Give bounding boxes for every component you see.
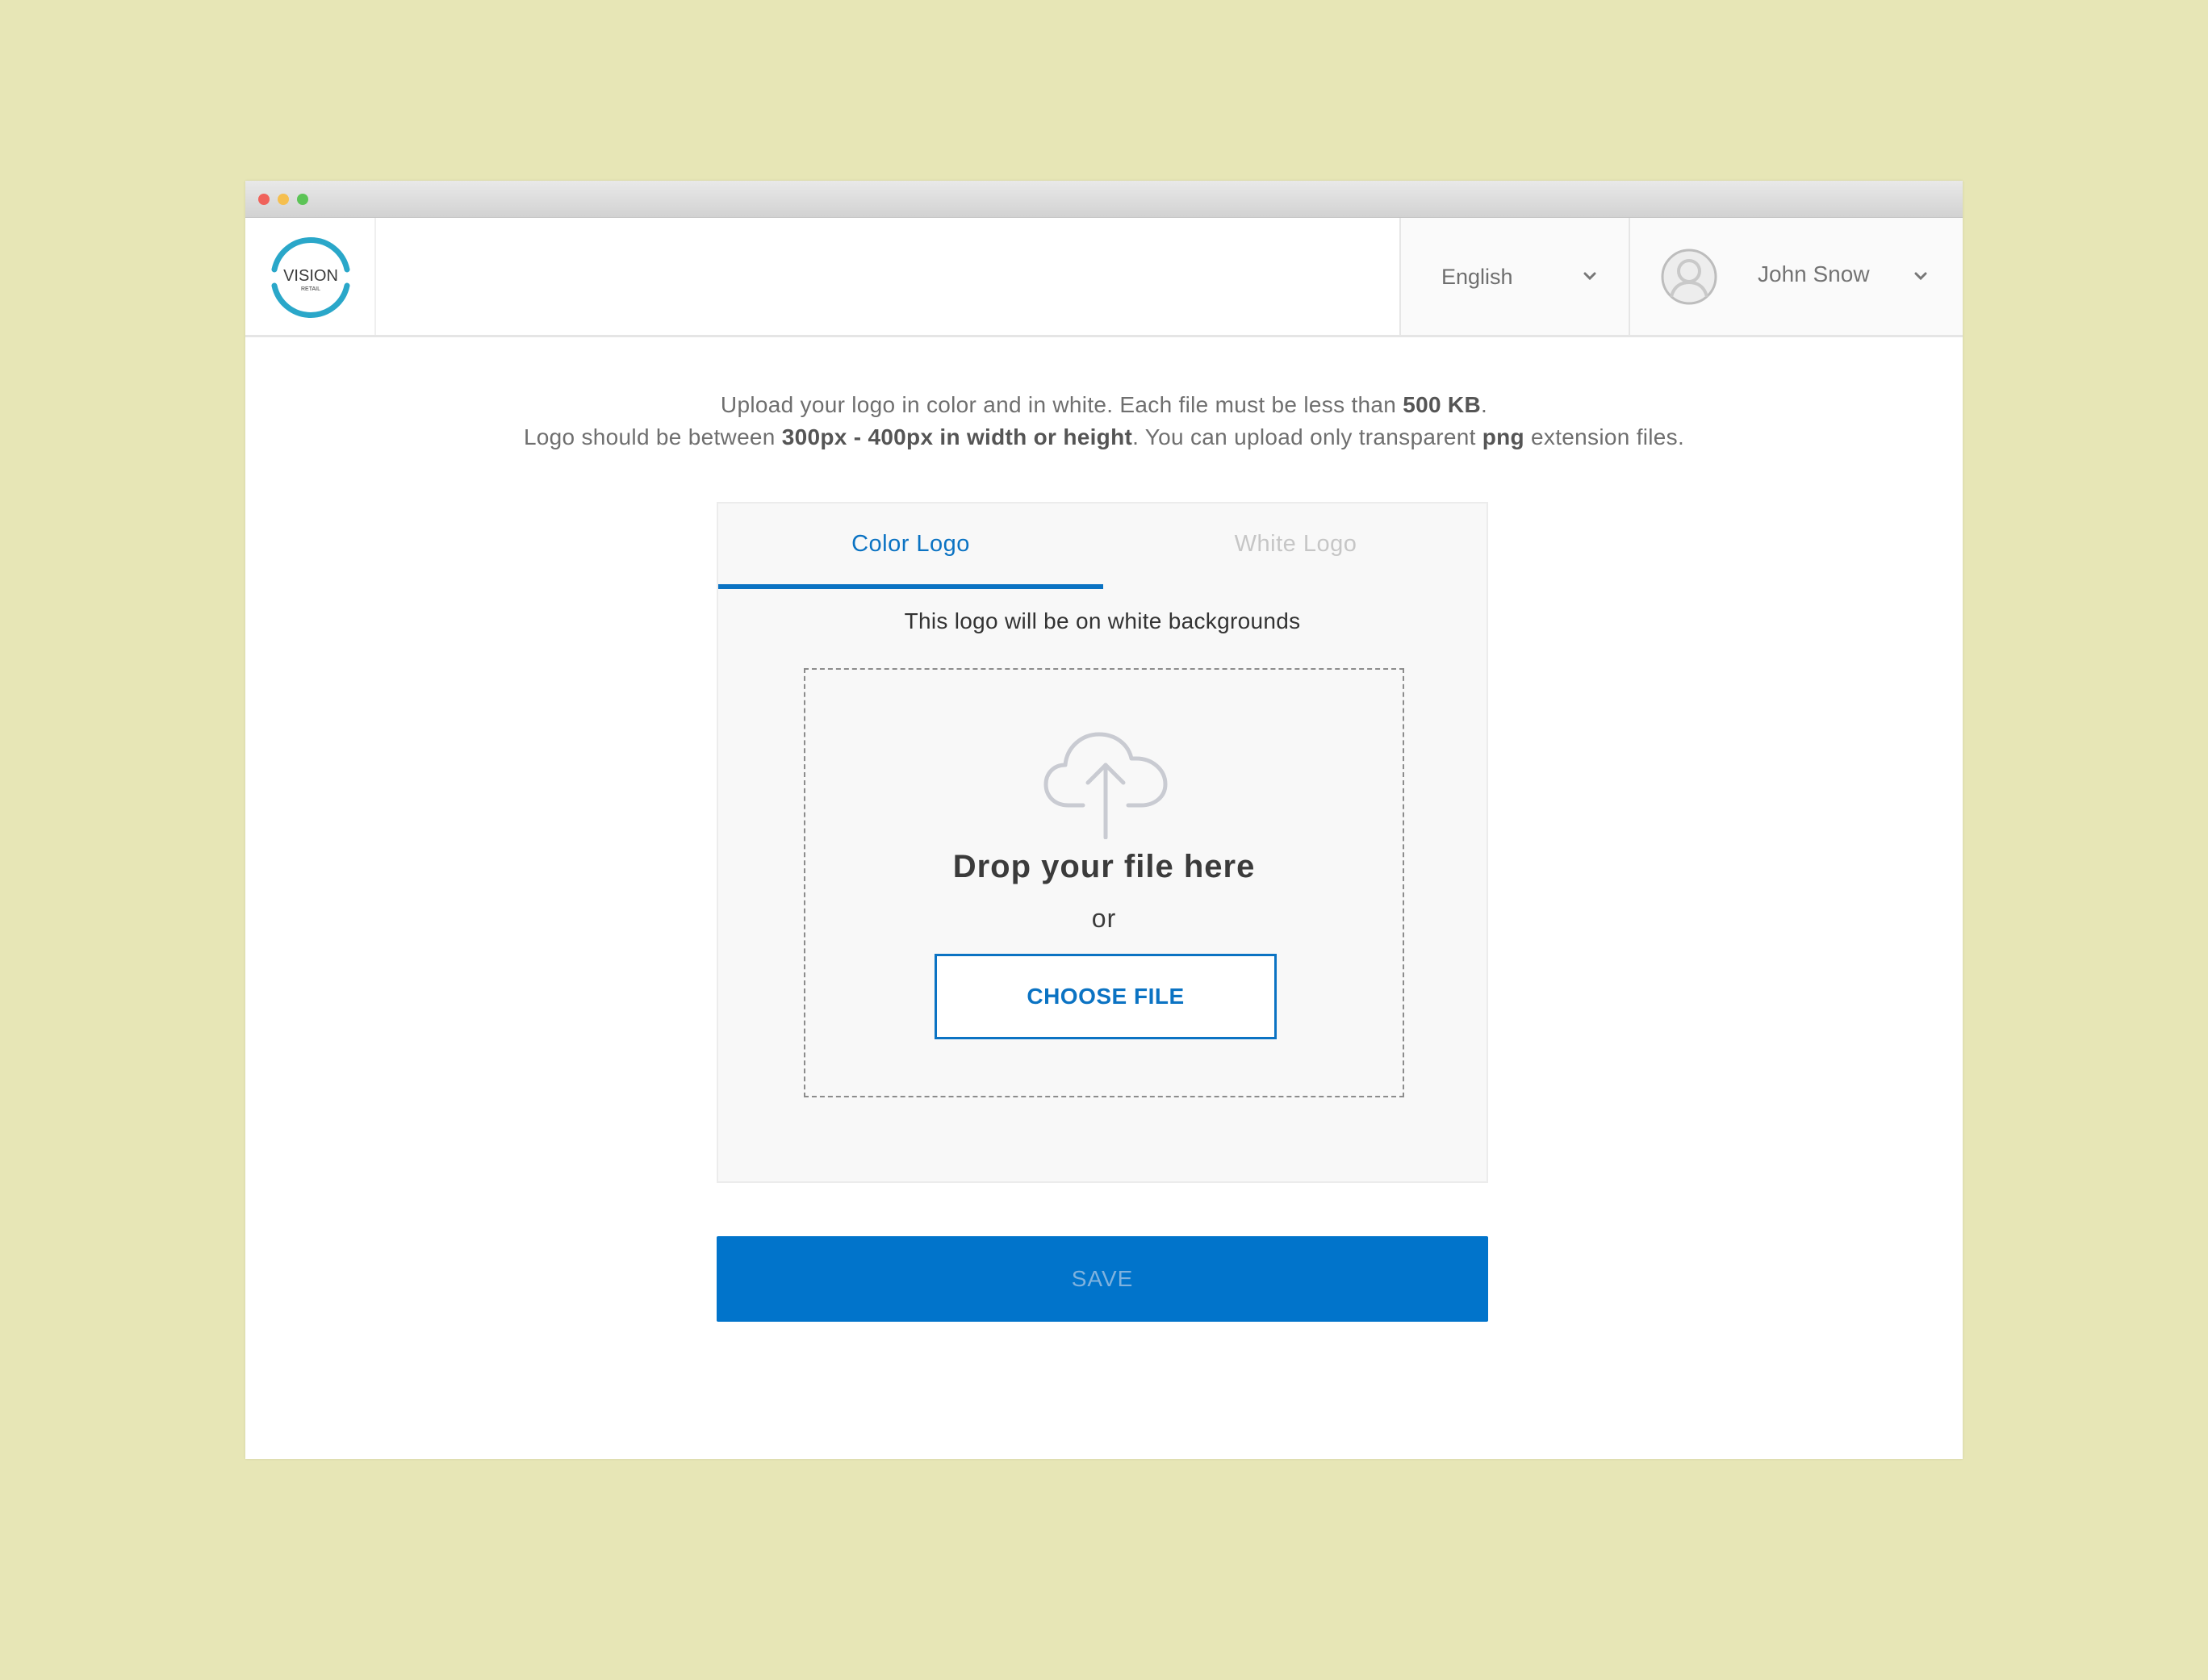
minimize-window-button[interactable] bbox=[278, 194, 289, 205]
save-button[interactable]: SAVE bbox=[717, 1236, 1488, 1322]
logo-text: VISION bbox=[283, 267, 338, 285]
choose-file-button[interactable]: CHOOSE FILE bbox=[935, 954, 1277, 1039]
instructions-line-1: Upload your logo in color and in white. … bbox=[720, 392, 1488, 417]
tab-color-logo[interactable]: Color Logo bbox=[718, 504, 1103, 589]
tab-white-logo[interactable]: White Logo bbox=[1103, 504, 1488, 589]
logo-background-note: This logo will be on white backgrounds bbox=[904, 608, 1301, 633]
file-dropzone[interactable]: Drop your file here or CHOOSE FILE bbox=[804, 668, 1404, 1097]
user-menu[interactable]: John Snow bbox=[1629, 218, 1963, 335]
close-window-button[interactable] bbox=[258, 194, 270, 205]
instructions-line-2: Logo should be between 300px - 400px in … bbox=[523, 424, 1685, 449]
browser-window: VISION RETAIL English John Snow Upload y… bbox=[245, 181, 1963, 1459]
vision-retail-logo[interactable]: VISION RETAIL bbox=[245, 218, 376, 335]
chevron-down-icon bbox=[1583, 272, 1596, 281]
user-avatar-icon bbox=[1661, 249, 1717, 305]
app-header: VISION RETAIL English John Snow bbox=[245, 218, 1963, 337]
zoom-window-button[interactable] bbox=[297, 194, 308, 205]
chevron-down-icon bbox=[1914, 272, 1927, 281]
language-selector[interactable]: English bbox=[1399, 218, 1629, 335]
cloud-upload-icon bbox=[1043, 732, 1168, 839]
upload-instructions: Upload your logo in color and in white. … bbox=[245, 389, 1963, 453]
language-label: English bbox=[1441, 265, 1513, 289]
page: VISION RETAIL English John Snow Upload y… bbox=[0, 0, 2208, 1680]
logo-upload-card: Color Logo White Logo This logo will be … bbox=[717, 502, 1488, 1183]
dropzone-or: or bbox=[1091, 904, 1117, 933]
logo-icon: VISION RETAIL bbox=[271, 237, 350, 318]
logo-subtext: RETAIL bbox=[301, 286, 320, 292]
dropzone-title: Drop your file here bbox=[952, 849, 1256, 884]
user-name: John Snow bbox=[1758, 261, 1870, 286]
window-titlebar bbox=[245, 181, 1963, 218]
